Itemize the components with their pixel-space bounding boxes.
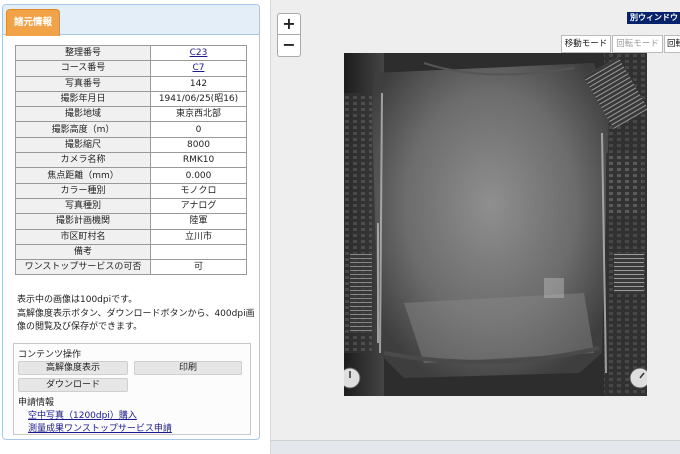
info-panel: 諸元情報 整理番号 C23 コース番号 C7 写真番号 142 撮影年月日 1941/06/2… bbox=[0, 0, 266, 454]
specification-value: 可 bbox=[150, 259, 247, 276]
specification-row: 写真種別 アナログ bbox=[15, 197, 247, 215]
specification-key: 焦点距離（mm） bbox=[15, 167, 151, 184]
specification-key: カラー種別 bbox=[15, 182, 151, 199]
aerial-photo[interactable] bbox=[344, 53, 647, 396]
move-mode-button[interactable]: 移動モード bbox=[561, 35, 611, 53]
download-button[interactable]: ダウンロード bbox=[18, 378, 128, 392]
specification-value: 1941/06/25(昭16) bbox=[150, 90, 247, 108]
specifications-table: 整理番号 C23 コース番号 C7 写真番号 142 撮影年月日 1941/06/25(昭16… bbox=[15, 44, 247, 276]
specification-key: 撮影計画機関 bbox=[15, 213, 151, 230]
content-operations-box: コンテンツ操作 高解像度表示 印刷 ダウンロード 申請情報 空中写真（1200d… bbox=[13, 343, 251, 435]
map-viewer[interactable]: + − 別ウィンドウ 移動モード 回転モード 回転 bbox=[270, 0, 680, 454]
specification-value bbox=[150, 243, 247, 261]
specification-row: 撮影地域 東京西北部 bbox=[15, 106, 247, 123]
specification-key: 写真種別 bbox=[15, 197, 151, 215]
specification-row: 撮影縮尺 8000 bbox=[15, 136, 247, 154]
specification-value: 0 bbox=[150, 121, 247, 138]
note-line: 像の閲覧及び保存ができます。 bbox=[17, 322, 143, 332]
specification-key: 整理番号 bbox=[15, 44, 151, 62]
specification-row: ワンストップサービスの可否可 bbox=[15, 259, 247, 276]
specification-key: 写真番号 bbox=[15, 75, 151, 92]
specification-value: 0.000 bbox=[150, 167, 247, 184]
note-line: 表示中の画像は100dpiです。 bbox=[17, 295, 138, 305]
open-other-window-button[interactable]: 別ウィンドウ bbox=[627, 12, 680, 24]
tab-specifications[interactable]: 諸元情報 bbox=[6, 9, 60, 36]
specification-row: カメラ名称 RMK10 bbox=[15, 152, 247, 169]
specification-row: 写真番号 142 bbox=[15, 75, 247, 92]
specification-value: 142 bbox=[150, 75, 247, 92]
map-status-bar bbox=[271, 440, 680, 454]
specification-key: 撮影縮尺 bbox=[15, 136, 151, 154]
content-operations-title: コンテンツ操作 bbox=[18, 350, 82, 360]
application-info-title: 申請情報 bbox=[18, 398, 55, 408]
specification-value: モノクロ bbox=[150, 182, 247, 199]
zoom-in-button[interactable]: + bbox=[277, 13, 301, 35]
onestop-service-link[interactable]: 測量成果ワンストップサービス申請 bbox=[28, 421, 172, 434]
specification-key: カメラ名称 bbox=[15, 152, 151, 169]
print-button[interactable]: 印刷 bbox=[134, 361, 242, 375]
specification-key: 撮影地域 bbox=[15, 106, 151, 123]
rotate-mode-button[interactable]: 回転モード bbox=[612, 35, 663, 53]
aerial-photo-image bbox=[344, 53, 647, 396]
specification-row: 焦点距離（mm） 0.000 bbox=[15, 167, 247, 184]
specification-value: 東京西北部 bbox=[150, 106, 247, 123]
specification-key: 撮影高度（m） bbox=[15, 121, 151, 138]
specification-row: 撮影計画機関 陸軍 bbox=[15, 213, 247, 230]
specification-row: 撮影高度（m） 0 bbox=[15, 121, 247, 138]
specification-key: コース番号 bbox=[15, 60, 151, 77]
specification-row: 撮影年月日 1941/06/25(昭16) bbox=[15, 90, 247, 108]
note-line: 高解像度表示ボタン、ダウンロードボタンから、400dpi画 bbox=[17, 308, 255, 319]
specification-value: RMK10 bbox=[150, 152, 247, 169]
high-res-button[interactable]: 高解像度表示 bbox=[18, 361, 128, 375]
specification-key: 撮影年月日 bbox=[15, 90, 151, 108]
specification-row: カラー種別 モノクロ bbox=[15, 182, 247, 199]
specification-row: 市区町村名 立川市 bbox=[15, 228, 247, 245]
specification-value: アナログ bbox=[150, 197, 247, 215]
specification-key: ワンストップサービスの可否 bbox=[15, 259, 151, 276]
specification-value: 8000 bbox=[150, 136, 247, 154]
specification-row: 備考 bbox=[15, 243, 247, 261]
zoom-out-button[interactable]: − bbox=[277, 35, 301, 57]
specification-key: 市区町村名 bbox=[15, 228, 151, 245]
info-panel-box: 諸元情報 整理番号 C23 コース番号 C7 写真番号 142 撮影年月日 1941/06/2… bbox=[2, 4, 260, 440]
tab-strip: 諸元情報 bbox=[3, 5, 259, 36]
specification-row: コース番号 C7 bbox=[15, 60, 247, 77]
specification-key: 備考 bbox=[15, 243, 151, 261]
specification-value: 立川市 bbox=[150, 228, 247, 245]
purchase-photo-link[interactable]: 空中写真（1200dpi）購入 bbox=[28, 408, 137, 421]
specification-value-link[interactable]: C23 bbox=[150, 44, 247, 62]
resolution-note: 表示中の画像は100dpiです。 高解像度表示ボタン、ダウンロードボタンから、4… bbox=[17, 294, 257, 335]
specification-value: 陸軍 bbox=[150, 213, 247, 230]
specification-row: 整理番号 C23 bbox=[15, 44, 247, 62]
specification-value-link[interactable]: C7 bbox=[150, 60, 247, 77]
rotate-button[interactable]: 回転 bbox=[664, 35, 680, 53]
mode-toolbar: 移動モード 回転モード 回転 bbox=[561, 35, 680, 53]
